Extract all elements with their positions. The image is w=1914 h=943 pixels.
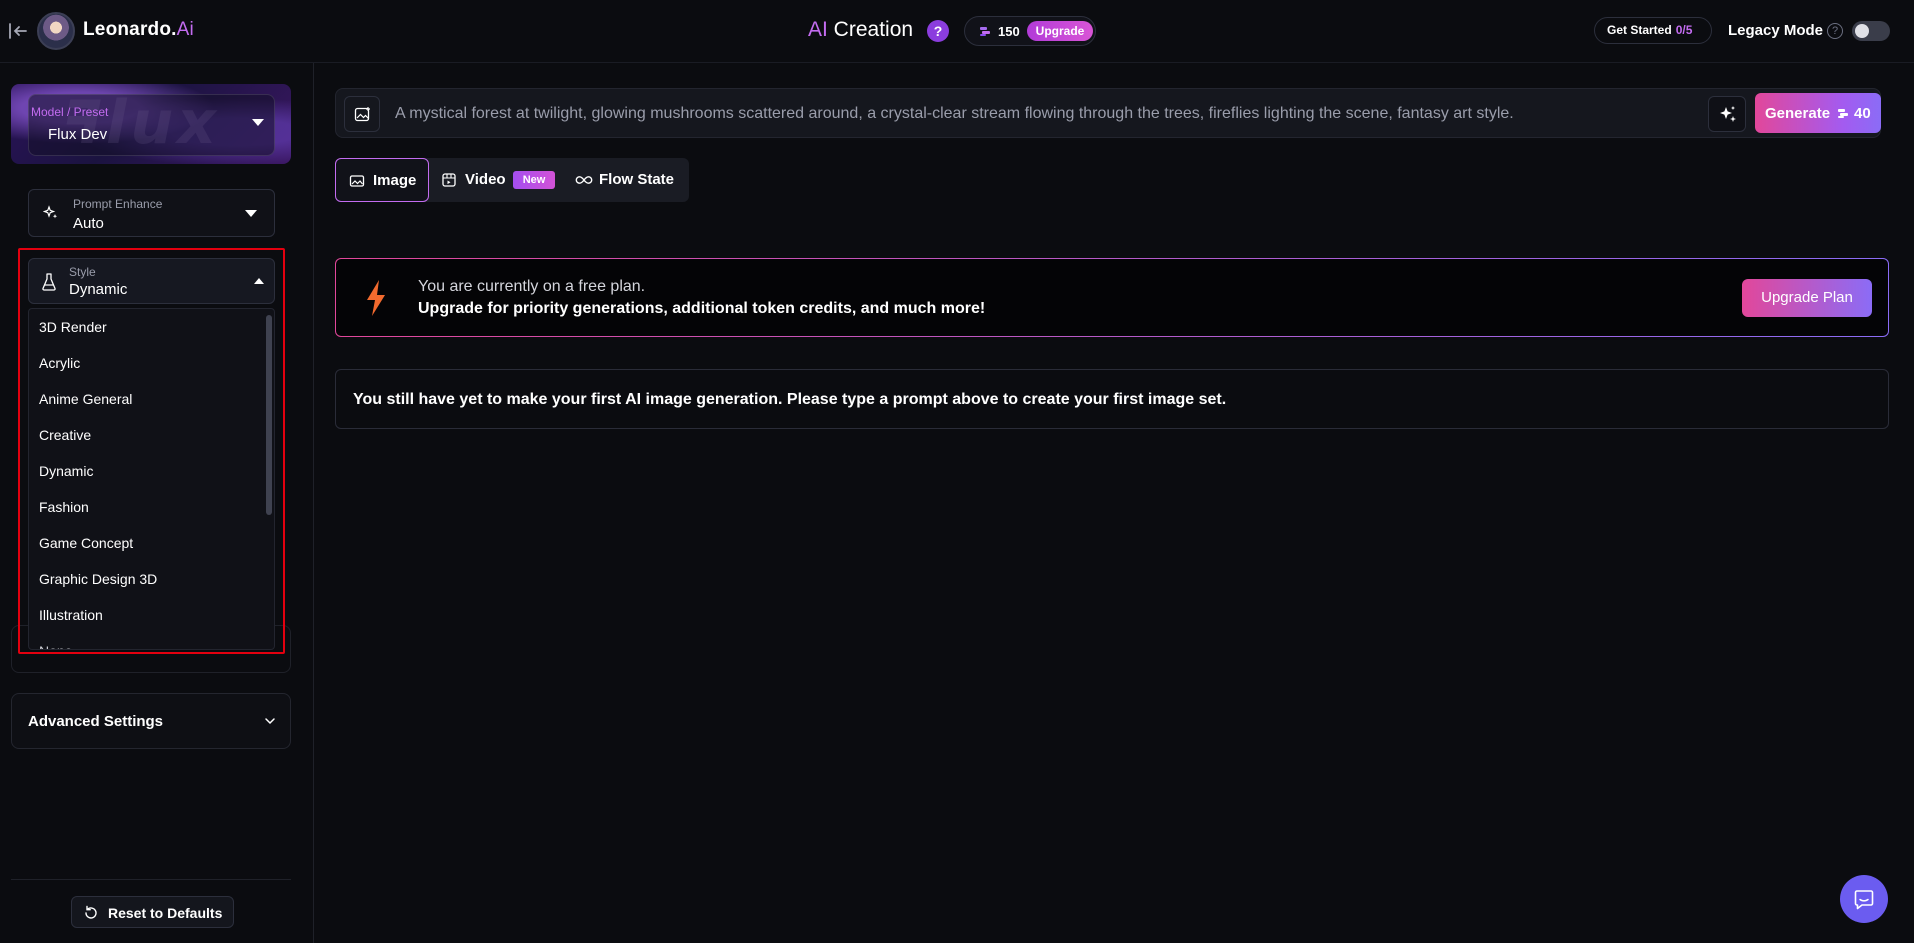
style-option[interactable]: Illustration xyxy=(29,597,263,633)
token-icon xyxy=(980,27,990,36)
prompt-enhance-select[interactable]: Prompt Enhance Auto xyxy=(28,189,275,237)
caret-down-icon xyxy=(245,210,257,217)
style-option[interactable]: Game Concept xyxy=(29,525,263,561)
image-add-icon xyxy=(354,107,370,122)
new-badge: New xyxy=(513,171,555,189)
advanced-settings-label: Advanced Settings xyxy=(28,713,164,730)
reset-icon xyxy=(85,905,97,919)
caret-down-icon[interactable] xyxy=(252,119,264,126)
style-options-list[interactable]: 3D Render Acrylic Anime General Creative… xyxy=(28,308,275,650)
image-icon xyxy=(349,175,365,187)
brand-name[interactable]: Leonardo.Ai xyxy=(83,19,194,41)
legacy-mode-toggle[interactable] xyxy=(1852,21,1890,41)
style-option[interactable]: 3D Render xyxy=(29,309,263,345)
brand-logo-avatar[interactable] xyxy=(37,12,75,50)
model-preset-value: Flux Dev xyxy=(48,126,108,143)
caret-up-icon xyxy=(254,278,264,284)
chat-icon xyxy=(1854,890,1874,910)
divider xyxy=(11,879,291,880)
chevron-down-icon xyxy=(265,718,275,725)
token-balance: 150 Upgrade xyxy=(964,16,1096,46)
prompt-magic-button[interactable] xyxy=(1708,96,1746,132)
banner-plan-text: You are currently on a free plan. xyxy=(418,278,646,295)
style-option[interactable]: Creative xyxy=(29,417,263,453)
banner-upgrade-text: Upgrade for priority generations, additi… xyxy=(418,300,986,317)
upgrade-plan-button[interactable]: Upgrade Plan xyxy=(1742,279,1872,317)
style-option[interactable]: Acrylic xyxy=(29,345,263,381)
token-count: 150 xyxy=(998,24,1020,39)
video-icon xyxy=(442,173,456,187)
style-option[interactable]: Fashion xyxy=(29,489,263,525)
free-plan-banner: You are currently on a free plan. Upgrad… xyxy=(335,258,1889,337)
generate-button[interactable]: Generate 40 xyxy=(1755,93,1881,133)
reset-label: Reset to Defaults xyxy=(108,905,223,921)
reset-to-defaults-button[interactable]: Reset to Defaults xyxy=(71,896,234,928)
tab-image-label: Image xyxy=(373,172,417,189)
scrollbar-thumb[interactable] xyxy=(266,315,272,515)
style-option[interactable]: Graphic Design 3D xyxy=(29,561,263,597)
model-preset-selector[interactable]: ꟻlux xyxy=(11,84,291,164)
style-label: Style xyxy=(69,265,96,279)
style-option[interactable]: Dynamic xyxy=(29,453,263,489)
empty-state-message: You still have yet to make your first AI… xyxy=(353,391,1227,408)
style-value: Dynamic xyxy=(69,281,128,298)
tab-video-label: Video xyxy=(465,171,506,188)
flask-icon xyxy=(42,273,56,291)
help-icon[interactable]: ? xyxy=(927,20,949,42)
style-select[interactable]: Style Dynamic xyxy=(28,258,275,304)
page-title: AI Creation xyxy=(808,18,914,41)
tab-flow-state[interactable]: Flow State xyxy=(559,158,689,202)
prompt-input[interactable]: A mystical forest at twilight, glowing m… xyxy=(395,105,1514,123)
sidebar-collapse-icon[interactable] xyxy=(6,20,28,42)
toggle-knob xyxy=(1855,24,1869,38)
infinity-icon xyxy=(575,176,593,184)
legacy-mode-label: Legacy Mode xyxy=(1728,22,1824,39)
empty-state-box: You still have yet to make your first AI… xyxy=(335,369,1889,429)
support-chat-button[interactable] xyxy=(1840,875,1888,923)
tab-video[interactable]: Video New xyxy=(429,158,559,202)
top-bar: Leonardo.Ai AI Creation ? 150 Upgrade Ge… xyxy=(0,0,1914,63)
generate-label: Generate xyxy=(1765,105,1831,122)
tab-image[interactable]: Image xyxy=(335,158,429,202)
legacy-mode-help-icon[interactable]: ? xyxy=(1827,23,1843,39)
generate-cost: 40 xyxy=(1854,105,1871,122)
advanced-settings-toggle[interactable]: Advanced Settings xyxy=(11,693,291,749)
get-started-button[interactable]: Get Started 0/5 xyxy=(1594,17,1712,44)
model-preset-label: Model / Preset xyxy=(31,105,109,119)
tab-flow-state-label: Flow State xyxy=(599,171,675,188)
model-preset-inner xyxy=(28,94,275,156)
image-prompt-button[interactable] xyxy=(344,96,380,132)
style-option[interactable]: None xyxy=(29,633,263,649)
sparkles-icon xyxy=(1720,106,1736,122)
settings-sidebar: ꟻlux Model / Preset Flux Dev Prompt Enha… xyxy=(0,63,314,943)
sparkles-icon xyxy=(43,205,58,219)
prompt-enhance-value: Auto xyxy=(73,215,104,232)
prompt-enhance-label: Prompt Enhance xyxy=(73,197,163,211)
upgrade-button[interactable]: Upgrade xyxy=(1027,21,1093,41)
token-icon xyxy=(1838,109,1848,118)
prompt-bar: A mystical forest at twilight, glowing m… xyxy=(335,88,1881,138)
creation-mode-tabs: Image Video New Flow State xyxy=(335,158,689,202)
lightning-bolt-icon xyxy=(367,280,385,316)
style-option[interactable]: Anime General xyxy=(29,381,263,417)
